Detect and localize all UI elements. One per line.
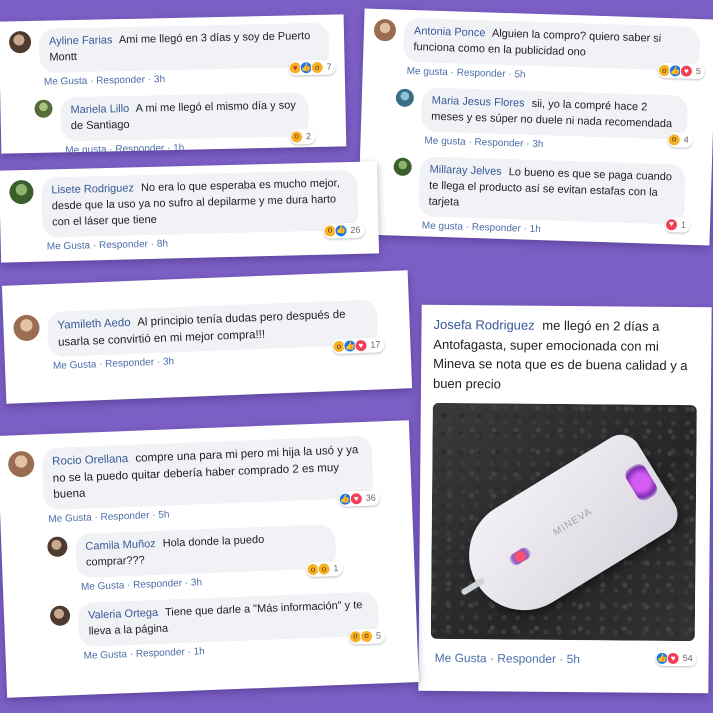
device-label: MINEVA bbox=[551, 506, 595, 539]
reaction-count: 7 bbox=[326, 61, 332, 72]
avatar[interactable] bbox=[13, 314, 41, 342]
reaction-count: 26 bbox=[350, 224, 361, 235]
comment-actions[interactable]: Me Gusta · Responder · 3h bbox=[40, 71, 330, 88]
commenter-name[interactable]: Yamileth Aedo bbox=[57, 317, 131, 332]
comment-card-1: Ayline Farias Ami me llegó en 3 días y s… bbox=[0, 14, 347, 154]
avatar[interactable] bbox=[49, 605, 71, 626]
reaction-count: 36 bbox=[365, 492, 376, 503]
reaction-count: 1 bbox=[680, 219, 687, 230]
reaction-summary[interactable]: o 👍 26 bbox=[323, 222, 365, 239]
comment-bubble: Ayline Farias Ami me llegó en 3 días y s… bbox=[38, 22, 336, 76]
commenter-name[interactable]: Millaray Jelves bbox=[429, 163, 501, 177]
photo-footer: Me Gusta · Responder · 5h 👍 ♥ 54 bbox=[431, 647, 697, 667]
comment-bubble: Lisete Rodriguez No era lo que esperaba … bbox=[41, 169, 365, 239]
attached-photo[interactable]: MINEVA bbox=[430, 402, 697, 642]
reply: Mariela Lillo A mi me llegó el mismo día… bbox=[34, 91, 336, 154]
comment-actions[interactable]: Me Gusta · Responder · 8h bbox=[43, 234, 359, 253]
comment: Yamileth Aedo Al principio tenía dudas p… bbox=[13, 299, 401, 374]
love-reaction-icon: ♥ bbox=[349, 492, 364, 506]
photo-comment: Josefa Rodriguez me llegó en 2 días a An… bbox=[433, 315, 700, 395]
wow-reaction-icon: o bbox=[667, 132, 681, 147]
reaction-summary[interactable]: o o 1 bbox=[306, 560, 343, 578]
reply: Maria Jesus Flores sii, yo la compré hac… bbox=[394, 86, 704, 155]
comment-bubble: Yamileth Aedo Al principio tenía dudas p… bbox=[46, 299, 385, 358]
commenter-name[interactable]: Mariela Lillo bbox=[70, 103, 129, 116]
reaction-count: 17 bbox=[370, 339, 381, 351]
reply: Millaray Jelves Lo bueno es que se paga … bbox=[392, 155, 702, 239]
avatar[interactable] bbox=[47, 536, 68, 558]
reaction-count: 54 bbox=[682, 653, 693, 664]
reaction-count: 5 bbox=[375, 630, 382, 641]
avatar[interactable] bbox=[34, 99, 53, 118]
reaction-summary[interactable]: o 2 bbox=[289, 128, 316, 145]
comment-card-6: Rocio Orellana compre una para mi pero m… bbox=[0, 420, 419, 698]
comment-actions[interactable]: Me gusta · Responder · 1h bbox=[61, 140, 309, 154]
love-reaction-icon: ♥ bbox=[664, 217, 679, 232]
reaction-summary[interactable]: 👍 ♥ 54 bbox=[655, 650, 697, 666]
commenter-name[interactable]: Josefa Rodriguez bbox=[433, 317, 534, 333]
reaction-summary[interactable]: ♥ 👍 o 7 bbox=[288, 59, 336, 76]
comment-bubble: Camila Muñoz Hola donde la puedo comprar… bbox=[74, 524, 343, 578]
commenter-name[interactable]: Ayline Farias bbox=[49, 34, 113, 47]
comment: Antonia Ponce Alguien la compro? quiero … bbox=[373, 17, 707, 86]
commenter-name[interactable]: Camila Muñoz bbox=[85, 538, 156, 553]
reply: Camila Muñoz Hola donde la puedo comprar… bbox=[47, 522, 405, 594]
avatar[interactable] bbox=[373, 18, 397, 42]
reaction-summary[interactable]: o 4 bbox=[667, 131, 693, 148]
avatar[interactable] bbox=[393, 157, 412, 176]
reaction-summary[interactable]: o 👍 ♥ 5 bbox=[657, 62, 706, 80]
comment-card-3: Lisete Rodriguez No era lo que esperaba … bbox=[0, 161, 380, 263]
comment-actions[interactable]: Me Gusta · Responder · 5h bbox=[431, 651, 581, 666]
comment-bubble: Valeria Ortega Tiene que darle a "Más in… bbox=[77, 591, 386, 647]
reaction-count: 5 bbox=[695, 65, 701, 76]
device-cord bbox=[460, 577, 486, 596]
commenter-name[interactable]: Lisete Rodriguez bbox=[51, 182, 134, 196]
avatar[interactable] bbox=[7, 450, 35, 478]
wow-reaction-icon: o bbox=[310, 60, 324, 74]
avatar[interactable] bbox=[395, 88, 415, 107]
comment: Rocio Orellana compre una para mi pero m… bbox=[7, 435, 403, 527]
reaction-count: 2 bbox=[305, 130, 312, 141]
commenter-name[interactable]: Valeria Ortega bbox=[88, 607, 159, 622]
comment-card-4: Yamileth Aedo Al principio tenía dudas p… bbox=[1, 270, 413, 404]
comment-bubble: Maria Jesus Flores sii, yo la compré hac… bbox=[420, 87, 693, 148]
reaction-summary[interactable]: o o 5 bbox=[348, 627, 386, 645]
comment-card-5: Josefa Rodriguez me llegó en 2 días a An… bbox=[418, 304, 712, 694]
reply: Valeria Ortega Tiene que darle a "Más in… bbox=[49, 590, 408, 662]
reaction-count: 1 bbox=[333, 562, 339, 574]
device-led bbox=[507, 545, 533, 568]
comment-bubble: Mariela Lillo A mi me llegó el mismo día… bbox=[60, 92, 316, 145]
comment-text: compre una para mi pero mi hija la usó y… bbox=[52, 444, 359, 502]
comment-card-2: Antonia Ponce Alguien la compro? quiero … bbox=[357, 8, 713, 246]
hair-removal-device-image: MINEVA bbox=[448, 427, 686, 631]
reaction-count: 4 bbox=[683, 134, 689, 145]
comment-bubble: Rocio Orellana compre una para mi pero m… bbox=[41, 435, 381, 511]
love-reaction-icon: ♥ bbox=[666, 651, 680, 665]
device-laser-window bbox=[622, 461, 661, 504]
wow-reaction-icon: o bbox=[289, 129, 304, 144]
reaction-summary[interactable]: ♥ 1 bbox=[664, 216, 691, 233]
commenter-name[interactable]: Antonia Ponce bbox=[414, 25, 486, 39]
comment: Ayline Farias Ami me llegó en 3 días y s… bbox=[8, 22, 336, 89]
comment: Lisete Rodriguez No era lo que esperaba … bbox=[9, 169, 369, 254]
comment-bubble: Antonia Ponce Alguien la compro? quiero … bbox=[402, 17, 706, 80]
wow-reaction-icon: o bbox=[317, 562, 331, 576]
avatar[interactable] bbox=[8, 30, 32, 54]
reaction-summary[interactable]: 👍 ♥ 36 bbox=[338, 490, 381, 507]
reaction-summary[interactable]: o 👍 ♥ 17 bbox=[332, 337, 385, 355]
love-reaction-icon: ♥ bbox=[354, 339, 368, 353]
commenter-name[interactable]: Maria Jesus Flores bbox=[432, 95, 525, 110]
avatar[interactable] bbox=[9, 179, 34, 205]
like-reaction-icon: 👍 bbox=[334, 223, 348, 238]
love-reaction-icon: ♥ bbox=[679, 64, 694, 78]
wow-reaction-icon: o bbox=[359, 629, 374, 643]
commenter-name[interactable]: Rocio Orellana bbox=[52, 453, 128, 468]
comment-bubble: Millaray Jelves Lo bueno es que se paga … bbox=[418, 156, 691, 233]
